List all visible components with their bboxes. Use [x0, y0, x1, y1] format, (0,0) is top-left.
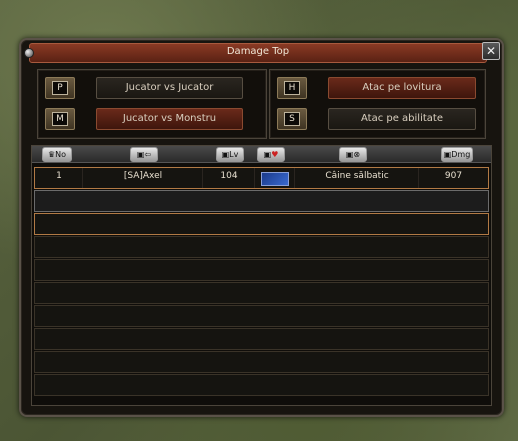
empire-header[interactable]: ▣♥ [257, 147, 285, 162]
player-name: [SA]Axel [123, 171, 163, 181]
rank-value: 1 [56, 171, 62, 181]
table-row[interactable]: 1 [SA]Axel 104 Câine sălbatic 907 [34, 167, 489, 189]
player-header[interactable]: ▣⇦ [130, 147, 158, 162]
attack-type-group: H Atac pe lovitura S Atac pe abilitate [269, 69, 486, 139]
close-icon: ✕ [485, 44, 497, 58]
target-cell: Câine sălbatic [295, 168, 419, 188]
key-h-label: H [284, 81, 300, 95]
key-h-badge: H [277, 77, 307, 99]
mode-group: P Jucator vs Jucator M Jucator vs Monstr… [37, 69, 267, 139]
table-header: ♛No ▣⇦ ▣Lv ▣♥ ▣⊗ ▣Dmg [32, 146, 491, 163]
name-cell: [SA]Axel [83, 168, 203, 188]
player-vs-monster-button[interactable]: Jucator vs Monstru [96, 108, 243, 130]
table-row[interactable] [34, 328, 489, 350]
title-bar[interactable]: Damage Top [24, 43, 487, 63]
damage-cell: 907 [419, 168, 488, 188]
table-row[interactable] [34, 351, 489, 373]
player-vs-player-button[interactable]: Jucator vs Jucator [96, 77, 243, 99]
damage-value: 907 [444, 171, 463, 181]
key-m-badge: M [45, 108, 75, 130]
table-row[interactable] [34, 259, 489, 281]
window-title: Damage Top [226, 46, 290, 57]
table-row[interactable] [34, 282, 489, 304]
empire-flag-icon [261, 172, 289, 186]
rank-header-label: No [55, 150, 67, 159]
key-p-label: P [52, 81, 68, 95]
cross-icon: ⊗ [353, 150, 361, 159]
shield-icon: ♥ [271, 150, 279, 159]
empire-cell [255, 168, 295, 188]
table-row[interactable] [34, 305, 489, 327]
damage-header-label: Dmg [451, 150, 471, 159]
arrow-icon: ⇦ [144, 150, 152, 159]
level-cell: 104 [203, 168, 255, 188]
ranking-table: ♛No ▣⇦ ▣Lv ▣♥ ▣⊗ ▣Dmg 1 [SA]Axel 104 Câi… [31, 145, 492, 406]
rank-cell: 1 [35, 168, 83, 188]
table-row[interactable] [34, 236, 489, 258]
hit-attack-button[interactable]: Atac pe lovitura [328, 77, 476, 99]
skill-attack-button[interactable]: Atac pe abilitate [328, 108, 476, 130]
player-level: 104 [220, 171, 238, 181]
level-header-label: Lv [229, 150, 239, 159]
table-row[interactable] [34, 190, 489, 212]
close-button[interactable]: ✕ [482, 42, 500, 60]
table-row[interactable] [34, 374, 489, 396]
target-header[interactable]: ▣⊗ [339, 147, 367, 162]
key-s-label: S [284, 112, 300, 126]
key-p-badge: P [45, 77, 75, 99]
key-s-badge: S [277, 108, 307, 130]
table-row[interactable] [34, 213, 489, 235]
level-header[interactable]: ▣Lv [216, 147, 244, 162]
damage-top-window: Damage Top ✕ P Jucator vs Jucator M Juca… [19, 38, 504, 417]
key-m-label: M [52, 112, 68, 126]
target-name: Câine sălbatic [325, 171, 389, 181]
damage-header[interactable]: ▣Dmg [441, 147, 473, 162]
rank-header[interactable]: ♛No [42, 147, 72, 162]
